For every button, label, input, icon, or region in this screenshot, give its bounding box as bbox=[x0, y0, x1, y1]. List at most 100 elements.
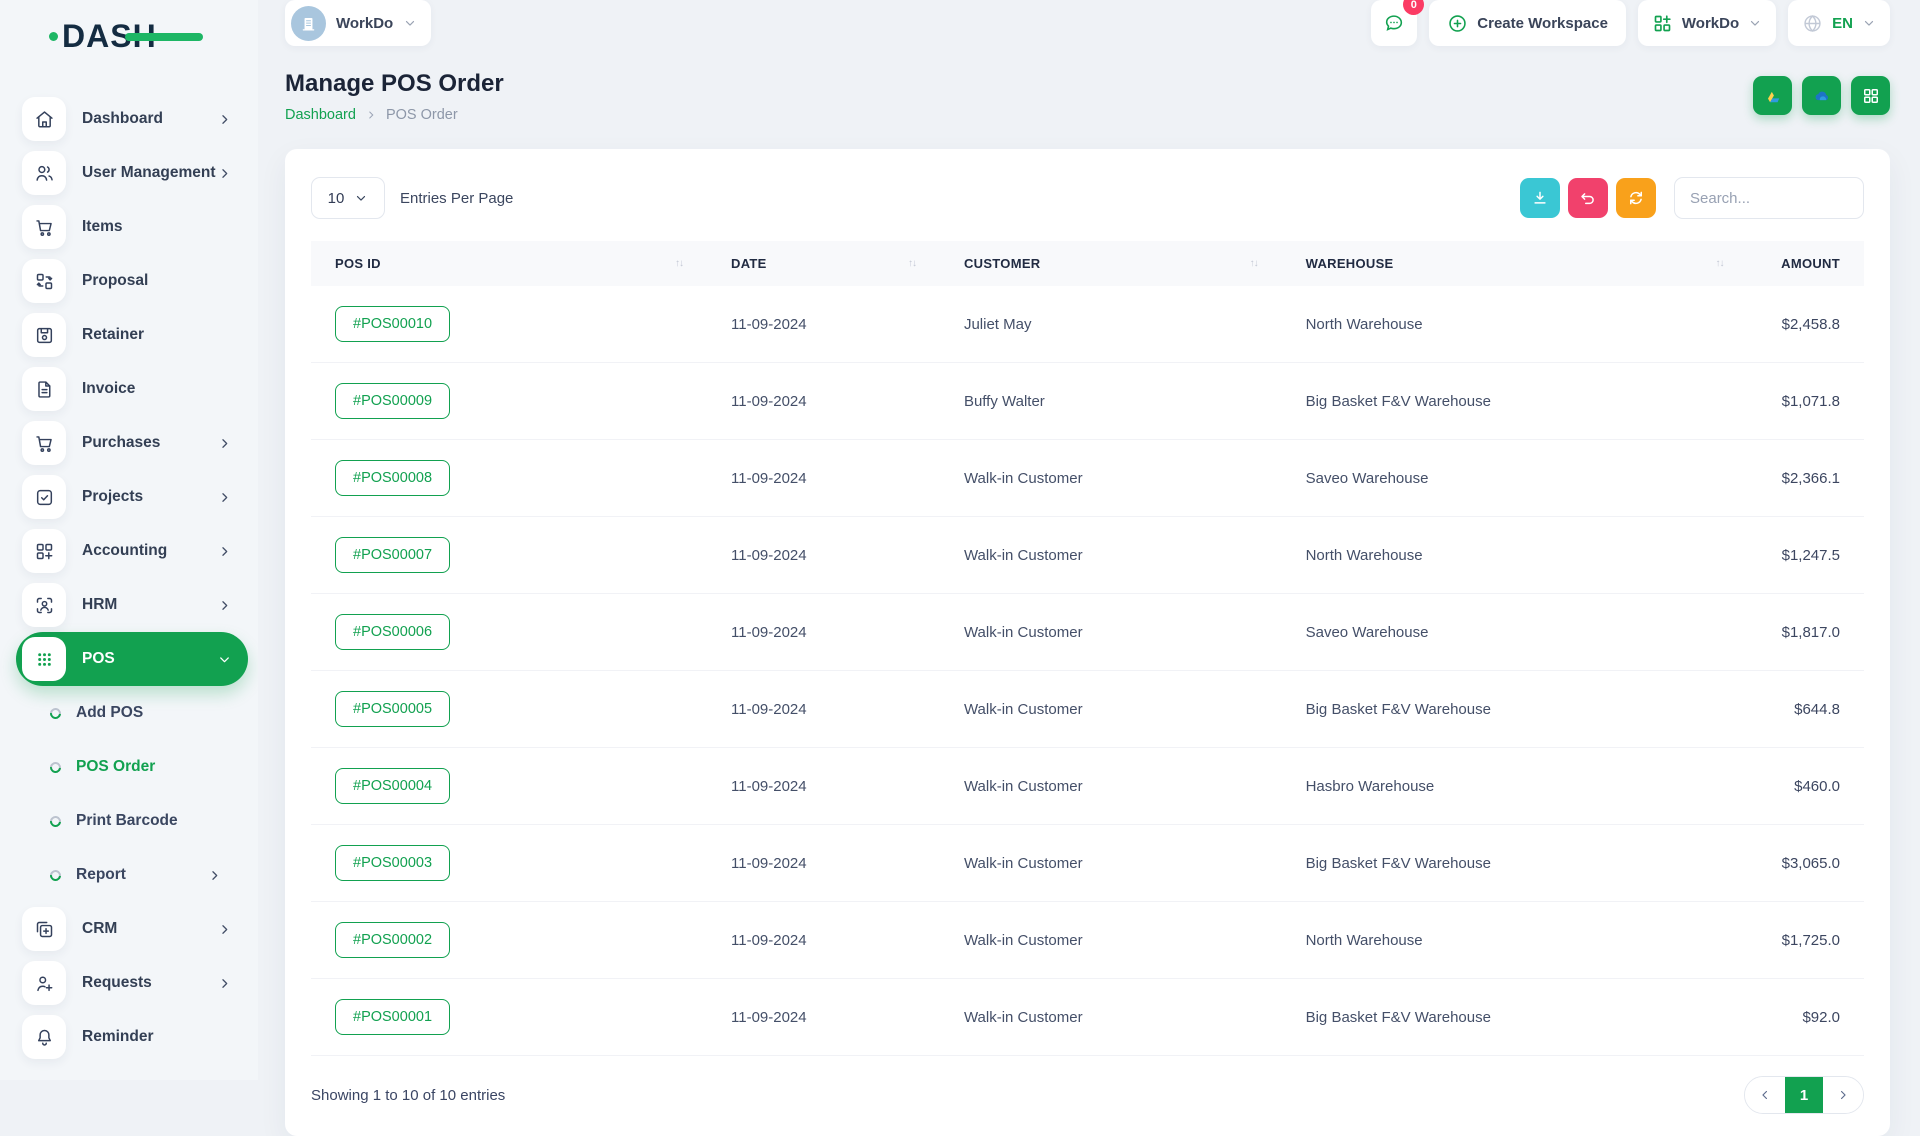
page-header-actions bbox=[1753, 76, 1890, 115]
main-area: WorkDo 0 Create Workspace WorkDo EN bbox=[258, 0, 1920, 1080]
sort-icon: ↑↓ bbox=[1250, 258, 1258, 269]
column-header-warehouse[interactable]: WAREHOUSE↑↓ bbox=[1282, 241, 1748, 286]
grid-view-button[interactable] bbox=[1851, 76, 1890, 115]
sidebar-item-label: Projects bbox=[82, 488, 217, 506]
date-cell: 11-09-2024 bbox=[707, 440, 940, 517]
chevron-right-icon bbox=[217, 976, 232, 991]
language-selector[interactable]: EN bbox=[1788, 0, 1890, 46]
create-workspace-button[interactable]: Create Workspace bbox=[1429, 0, 1626, 46]
sidebar-subitem-add-pos[interactable]: Add POS bbox=[16, 686, 248, 740]
table-row: #POS0000811-09-2024Walk-in CustomerSaveo… bbox=[311, 440, 1864, 517]
sidebar-item-purchases[interactable]: Purchases bbox=[16, 416, 248, 470]
onedrive-button[interactable] bbox=[1802, 76, 1841, 115]
sidebar-item-projects[interactable]: Projects bbox=[16, 470, 248, 524]
sidebar-item-items[interactable]: Items bbox=[16, 200, 248, 254]
chevron-right-icon bbox=[1836, 1088, 1850, 1102]
table-row: #POS0000111-09-2024Walk-in CustomerBig B… bbox=[311, 979, 1864, 1056]
task-check-icon bbox=[22, 475, 66, 519]
pos-id-link[interactable]: #POS00001 bbox=[335, 999, 450, 1035]
sidebar-item-proposal[interactable]: Proposal bbox=[16, 254, 248, 308]
reset-button[interactable] bbox=[1568, 178, 1608, 218]
pos-id-link[interactable]: #POS00004 bbox=[335, 768, 450, 804]
warehouse-cell: Big Basket F&V Warehouse bbox=[1282, 825, 1748, 902]
sidebar-item-hrm[interactable]: HRM bbox=[16, 578, 248, 632]
entries-per-page-select[interactable]: 10 bbox=[311, 177, 385, 219]
workdo-apps-menu[interactable]: WorkDo bbox=[1638, 0, 1776, 46]
sidebar-item-label: HRM bbox=[82, 596, 217, 614]
sidebar-subitem-pos-order[interactable]: POS Order bbox=[16, 740, 248, 794]
pos-id-link[interactable]: #POS00008 bbox=[335, 460, 450, 496]
pagination-page-1[interactable]: 1 bbox=[1785, 1077, 1823, 1113]
column-header-customer[interactable]: CUSTOMER↑↓ bbox=[940, 241, 1282, 286]
workspace-avatar bbox=[291, 6, 326, 41]
language-code: EN bbox=[1832, 15, 1853, 32]
person-scan-icon bbox=[22, 583, 66, 627]
sidebar-item-invoice[interactable]: Invoice bbox=[16, 362, 248, 416]
user-plus-icon bbox=[22, 961, 66, 1005]
warehouse-cell: Hasbro Warehouse bbox=[1282, 748, 1748, 825]
users-icon bbox=[22, 151, 66, 195]
download-icon bbox=[1531, 189, 1549, 207]
chat-bubble-icon bbox=[1383, 12, 1405, 34]
sidebar-subitem-report[interactable]: Report bbox=[16, 848, 248, 902]
refresh-button[interactable] bbox=[1616, 178, 1656, 218]
amount-cell: $460.0 bbox=[1747, 748, 1864, 825]
showing-entries-text: Showing 1 to 10 of 10 entries bbox=[311, 1087, 505, 1104]
pos-id-cell: #POS00006 bbox=[311, 594, 707, 671]
column-header-date[interactable]: DATE↑↓ bbox=[707, 241, 940, 286]
pos-id-link[interactable]: #POS00007 bbox=[335, 537, 450, 573]
sidebar-item-label: Invoice bbox=[82, 380, 232, 398]
pos-id-link[interactable]: #POS00006 bbox=[335, 614, 450, 650]
column-header-amount[interactable]: AMOUNT bbox=[1747, 241, 1864, 286]
customer-cell: Walk-in Customer bbox=[940, 825, 1282, 902]
sidebar: DASH DashboardUser ManagementItemsPropos… bbox=[0, 0, 258, 1080]
chevron-right-icon bbox=[217, 166, 232, 181]
sidebar-item-dashboard[interactable]: Dashboard bbox=[16, 92, 248, 146]
sidebar-item-requests[interactable]: Requests bbox=[16, 956, 248, 1010]
pagination-prev-button[interactable] bbox=[1745, 1077, 1785, 1113]
pos-id-link[interactable]: #POS00002 bbox=[335, 922, 450, 958]
chevron-right-icon bbox=[365, 109, 377, 121]
pos-id-cell: #POS00002 bbox=[311, 902, 707, 979]
export-download-button[interactable] bbox=[1520, 178, 1560, 218]
pos-id-cell: #POS00007 bbox=[311, 517, 707, 594]
workspace-selector[interactable]: WorkDo bbox=[285, 0, 431, 46]
pos-id-link[interactable]: #POS00005 bbox=[335, 691, 450, 727]
page-title: Manage POS Order bbox=[285, 70, 504, 98]
sidebar-item-reminder[interactable]: Reminder bbox=[16, 1010, 248, 1064]
pos-id-cell: #POS00004 bbox=[311, 748, 707, 825]
app-logo[interactable]: DASH bbox=[0, 0, 258, 72]
date-cell: 11-09-2024 bbox=[707, 902, 940, 979]
pos-id-link[interactable]: #POS00003 bbox=[335, 845, 450, 881]
google-drive-icon bbox=[1763, 86, 1783, 106]
bullet-icon bbox=[48, 813, 63, 828]
sidebar-item-pos[interactable]: POS bbox=[16, 632, 248, 686]
chevron-right-icon bbox=[217, 544, 232, 559]
sidebar-item-crm[interactable]: CRM bbox=[16, 902, 248, 956]
sidebar-item-retainer[interactable]: Retainer bbox=[16, 308, 248, 362]
sidebar-item-accounting[interactable]: Accounting bbox=[16, 524, 248, 578]
page-header: Manage POS Order Dashboard POS Order bbox=[285, 70, 1890, 123]
breadcrumb-dashboard-link[interactable]: Dashboard bbox=[285, 107, 356, 123]
logo-dot-accent bbox=[49, 32, 58, 41]
google-drive-button[interactable] bbox=[1753, 76, 1792, 115]
date-cell: 11-09-2024 bbox=[707, 517, 940, 594]
warehouse-cell: Big Basket F&V Warehouse bbox=[1282, 671, 1748, 748]
sidebar-item-label: POS bbox=[82, 650, 217, 668]
warehouse-cell: North Warehouse bbox=[1282, 902, 1748, 979]
amount-cell: $1,817.0 bbox=[1747, 594, 1864, 671]
messages-button[interactable]: 0 bbox=[1371, 0, 1417, 46]
bullet-icon bbox=[48, 759, 63, 774]
search-input[interactable] bbox=[1674, 177, 1864, 219]
sidebar-subitem-print-barcode[interactable]: Print Barcode bbox=[16, 794, 248, 848]
pos-id-link[interactable]: #POS00010 bbox=[335, 306, 450, 342]
cart-icon bbox=[22, 421, 66, 465]
date-cell: 11-09-2024 bbox=[707, 748, 940, 825]
pagination: 1 bbox=[1744, 1076, 1864, 1114]
column-header-pos-id[interactable]: POS ID↑↓ bbox=[311, 241, 707, 286]
chevron-right-icon bbox=[217, 598, 232, 613]
breadcrumb: Dashboard POS Order bbox=[285, 107, 504, 123]
sidebar-item-user-management[interactable]: User Management bbox=[16, 146, 248, 200]
pagination-next-button[interactable] bbox=[1823, 1077, 1863, 1113]
pos-id-link[interactable]: #POS00009 bbox=[335, 383, 450, 419]
